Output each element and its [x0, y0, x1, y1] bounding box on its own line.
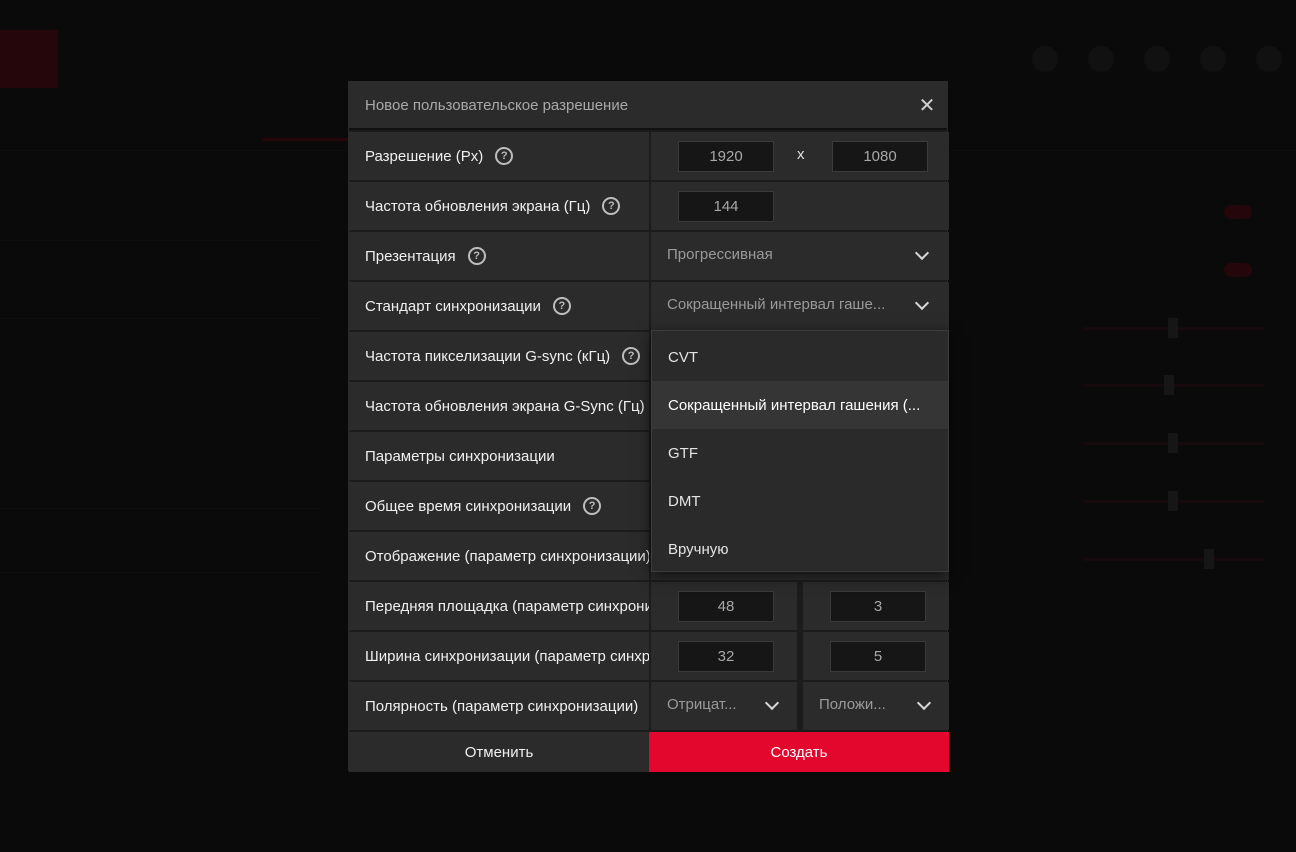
chevron-down-icon — [914, 245, 930, 261]
row-label: Частота обновления экрана G-Sync (Гц) — [349, 382, 649, 430]
polarity-horizontal-value: Отрицат... — [667, 696, 737, 713]
resolution-label: Разрешение (Px) — [365, 147, 484, 165]
dialog-title: Новое пользовательское разрешение — [365, 96, 629, 114]
gsync-refresh-label: Частота обновления экрана G-Sync (Гц) — [365, 397, 645, 415]
display-timing-label: Отображение (параметр синхронизации) — [365, 547, 649, 565]
row-value-cell: x — [651, 132, 949, 180]
row-label: Общее время синхронизации ? — [349, 482, 649, 530]
row-value-cell — [651, 632, 797, 680]
resolution-height-input[interactable] — [832, 141, 928, 172]
row-label: Ширина синхронизации (параметр синхрониз… — [349, 632, 649, 680]
row-label: Передняя площадка (параметр синхронизаци… — [349, 582, 649, 630]
create-button[interactable]: Создать — [649, 732, 949, 772]
row-label: Полярность (параметр синхронизации) — [349, 682, 649, 730]
row-value-cell — [803, 582, 949, 630]
resolution-width-input[interactable] — [678, 141, 774, 172]
polarity-vertical-select[interactable]: Положи... — [803, 682, 949, 730]
help-icon[interactable]: ? — [583, 497, 602, 515]
front-porch-label: Передняя площадка (параметр синхронизаци… — [365, 597, 649, 615]
refresh-rate-label: Частота обновления экрана (Гц) — [365, 197, 591, 215]
refresh-rate-input[interactable] — [678, 191, 774, 222]
row-label: Презентация ? — [349, 232, 649, 280]
presentation-label: Презентация — [365, 247, 456, 265]
row-label: Разрешение (Px) ? — [349, 132, 649, 180]
row-polarity: Полярность (параметр синхронизации) Отри… — [349, 682, 949, 730]
cancel-button[interactable]: Отменить — [349, 732, 649, 772]
row-value-cell — [803, 632, 949, 680]
dropdown-option-gtf[interactable]: GTF — [652, 429, 948, 477]
row-label: Частота пикселизации G-sync (кГц) ? — [349, 332, 649, 380]
row-label: Отображение (параметр синхронизации) — [349, 532, 649, 580]
sync-width-horizontal-input[interactable] — [678, 641, 774, 672]
row-label: Частота обновления экрана (Гц) ? — [349, 182, 649, 230]
polarity-horizontal-select[interactable]: Отрицат... — [651, 682, 797, 730]
dropdown-option-manual[interactable]: Вручную — [652, 525, 948, 573]
dialog-header: Новое пользовательское разрешение ✕ — [349, 82, 947, 130]
front-porch-horizontal-input[interactable] — [678, 591, 774, 622]
dropdown-option-reduced-blanking[interactable]: Сокращенный интервал гашения (... — [652, 381, 948, 429]
timing-standard-label: Стандарт синхронизации — [365, 297, 541, 315]
timing-standard-select[interactable]: Сокращенный интервал гаше... — [651, 282, 949, 330]
row-value-cell — [651, 182, 949, 230]
row-label: Стандарт синхронизации ? — [349, 282, 649, 330]
sync-width-label: Ширина синхронизации (параметр синхрониз… — [365, 647, 649, 665]
polarity-label: Полярность (параметр синхронизации) — [365, 697, 639, 715]
row-refresh-rate: Частота обновления экрана (Гц) ? — [349, 182, 949, 230]
row-resolution: Разрешение (Px) ? x — [349, 132, 949, 180]
dropdown-option-cvt[interactable]: CVT — [652, 333, 948, 381]
help-icon[interactable]: ? — [467, 247, 486, 265]
front-porch-vertical-input[interactable] — [830, 591, 926, 622]
pixel-clock-label: Частота пикселизации G-sync (кГц) — [365, 347, 611, 365]
timing-params-label: Параметры синхронизации — [365, 447, 555, 465]
total-timing-label: Общее время синхронизации — [365, 497, 572, 515]
timing-standard-dropdown: CVT Сокращенный интервал гашения (... GT… — [651, 330, 949, 572]
resolution-separator: x — [797, 146, 805, 163]
row-value-cell — [651, 582, 797, 630]
chevron-down-icon — [764, 695, 780, 711]
presentation-selected-value: Прогрессивная — [667, 246, 773, 263]
help-icon[interactable]: ? — [552, 297, 571, 315]
row-front-porch: Передняя площадка (параметр синхронизаци… — [349, 582, 949, 630]
help-icon[interactable]: ? — [495, 147, 514, 165]
row-presentation: Презентация ? Прогрессивная — [349, 232, 949, 280]
help-icon[interactable]: ? — [602, 197, 621, 215]
chevron-down-icon — [916, 695, 932, 711]
chevron-down-icon — [914, 295, 930, 311]
sync-width-vertical-input[interactable] — [830, 641, 926, 672]
row-label: Параметры синхронизации — [349, 432, 649, 480]
close-icon[interactable]: ✕ — [917, 96, 937, 116]
row-timing-standard: Стандарт синхронизации ? Сокращенный инт… — [349, 282, 949, 330]
polarity-vertical-value: Положи... — [819, 696, 886, 713]
dropdown-option-dmt[interactable]: DMT — [652, 477, 948, 525]
timing-standard-selected-value: Сокращенный интервал гаше... — [667, 296, 886, 313]
row-sync-width: Ширина синхронизации (параметр синхрониз… — [349, 632, 949, 680]
help-icon[interactable]: ? — [622, 347, 641, 365]
presentation-select[interactable]: Прогрессивная — [651, 232, 949, 280]
